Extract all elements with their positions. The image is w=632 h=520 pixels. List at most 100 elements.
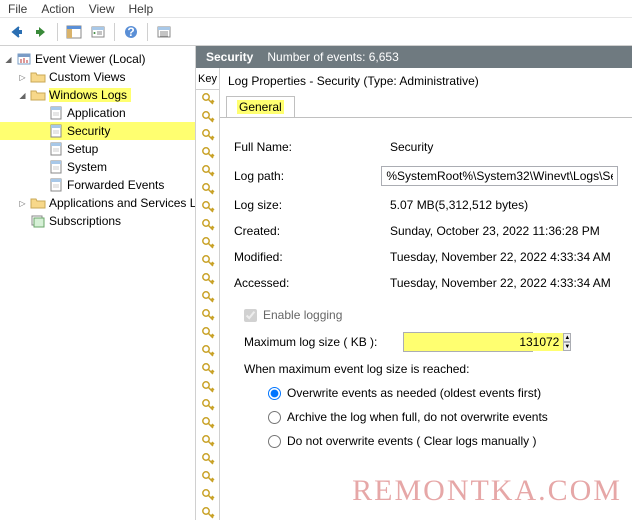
tab-strip: General — [220, 96, 632, 117]
created-label: Created: — [234, 224, 390, 238]
event-row-key-icon[interactable] — [196, 198, 219, 216]
tab-general[interactable]: General — [226, 96, 295, 117]
key-icon — [201, 434, 215, 448]
log-path-label: Log path: — [234, 169, 381, 183]
event-row-key-icon[interactable] — [196, 180, 219, 198]
menu-file[interactable]: File — [8, 2, 27, 16]
tree-label: Subscriptions — [49, 214, 121, 228]
tree-subscriptions[interactable]: Subscriptions — [0, 212, 195, 230]
toolbar-divider — [147, 23, 148, 41]
event-row-key-icon[interactable] — [196, 486, 219, 504]
event-row-key-icon[interactable] — [196, 378, 219, 396]
event-row-key-icon[interactable] — [196, 252, 219, 270]
key-icon — [201, 326, 215, 340]
radio-overwrite[interactable] — [268, 387, 281, 400]
menu-action[interactable]: Action — [41, 2, 74, 16]
key-icon — [201, 236, 215, 250]
key-icon — [201, 110, 215, 124]
tree-application[interactable]: Application — [0, 104, 195, 122]
tree-custom-views[interactable]: ▷ Custom Views — [0, 68, 195, 86]
event-row-key-icon[interactable] — [196, 126, 219, 144]
log-size-label: Log size: — [234, 198, 390, 212]
key-column: Key — [196, 68, 220, 520]
event-row-key-icon[interactable] — [196, 306, 219, 324]
properties-button[interactable] — [87, 21, 109, 43]
tree-security[interactable]: Security — [0, 122, 195, 140]
key-icon — [201, 254, 215, 268]
radio-donot-label: Do not overwrite events ( Clear logs man… — [287, 434, 536, 448]
key-icon — [201, 380, 215, 394]
collapse-icon[interactable]: ◢ — [16, 89, 29, 102]
collapse-icon[interactable]: ◢ — [2, 53, 15, 66]
toolbar-divider — [57, 23, 58, 41]
accessed-value: Tuesday, November 22, 2022 4:33:34 AM — [390, 276, 618, 290]
event-row-key-icon[interactable] — [196, 108, 219, 126]
event-row-key-icon[interactable] — [196, 162, 219, 180]
tree-label: Application — [67, 106, 126, 120]
event-row-key-icon[interactable] — [196, 432, 219, 450]
event-row-key-icon[interactable] — [196, 360, 219, 378]
tree-label: Security — [67, 124, 110, 138]
arrow-left-icon — [10, 25, 24, 39]
key-icon — [201, 182, 215, 196]
event-row-key-icon[interactable] — [196, 504, 219, 520]
menu-view[interactable]: View — [89, 2, 115, 16]
event-row-key-icon[interactable] — [196, 144, 219, 162]
back-button[interactable] — [6, 21, 28, 43]
accessed-label: Accessed: — [234, 276, 390, 290]
forward-button[interactable] — [30, 21, 52, 43]
key-icon — [201, 146, 215, 160]
event-row-key-icon[interactable] — [196, 288, 219, 306]
tree-apps-services-logs[interactable]: ▷ Applications and Services Lo — [0, 194, 195, 212]
event-row-key-icon[interactable] — [196, 324, 219, 342]
event-viewer-icon — [16, 51, 32, 67]
max-size-input[interactable] — [404, 333, 563, 351]
key-icon — [201, 128, 215, 142]
expand-icon[interactable]: ▷ — [16, 71, 29, 84]
key-icon — [201, 470, 215, 484]
max-size-label: Maximum log size ( KB ): — [244, 335, 377, 349]
key-icon — [201, 308, 215, 322]
event-row-key-icon[interactable] — [196, 270, 219, 288]
arrow-right-icon — [34, 25, 48, 39]
tree-label: System — [67, 160, 107, 174]
properties-icon — [90, 25, 106, 39]
event-row-key-icon[interactable] — [196, 342, 219, 360]
menu-help[interactable]: Help — [129, 2, 154, 16]
radio-archive[interactable] — [268, 411, 281, 424]
tree-root[interactable]: ◢ Event Viewer (Local) — [0, 50, 195, 68]
content-title: Security — [206, 50, 253, 64]
key-column-header[interactable]: Key — [196, 68, 219, 90]
event-row-key-icon[interactable] — [196, 468, 219, 486]
refresh-button[interactable] — [153, 21, 175, 43]
tree-system[interactable]: System — [0, 158, 195, 176]
log-icon — [48, 141, 64, 157]
radio-donot[interactable] — [268, 435, 281, 448]
max-size-spinner: ▲ ▼ — [403, 332, 533, 352]
navigation-tree: ◢ Event Viewer (Local) ▷ Custom Views ◢ … — [0, 46, 196, 520]
expand-icon[interactable]: ▷ — [16, 197, 29, 210]
modified-value: Tuesday, November 22, 2022 4:33:34 AM — [390, 250, 618, 264]
tree-forwarded-events[interactable]: Forwarded Events — [0, 176, 195, 194]
event-row-key-icon[interactable] — [196, 396, 219, 414]
tree-windows-logs[interactable]: ◢ Windows Logs — [0, 86, 195, 104]
help-button[interactable]: ? — [120, 21, 142, 43]
tree-label: Setup — [67, 142, 98, 156]
content-header: Security Number of events: 6,653 — [196, 46, 632, 68]
help-icon: ? — [124, 25, 138, 39]
event-row-key-icon[interactable] — [196, 234, 219, 252]
event-row-key-icon[interactable] — [196, 414, 219, 432]
event-row-key-icon[interactable] — [196, 90, 219, 108]
event-row-key-icon[interactable] — [196, 450, 219, 468]
log-path-input[interactable] — [381, 166, 618, 186]
log-icon — [48, 177, 64, 193]
log-size-value: 5.07 MB(5,312,512 bytes) — [390, 198, 618, 212]
show-hide-console-tree-button[interactable] — [63, 21, 85, 43]
key-icon — [201, 362, 215, 376]
event-row-key-icon[interactable] — [196, 216, 219, 234]
tree-setup[interactable]: Setup — [0, 140, 195, 158]
log-icon — [48, 123, 64, 139]
spin-down-button[interactable]: ▼ — [563, 342, 571, 351]
key-icon — [201, 416, 215, 430]
spin-up-button[interactable]: ▲ — [563, 333, 571, 342]
